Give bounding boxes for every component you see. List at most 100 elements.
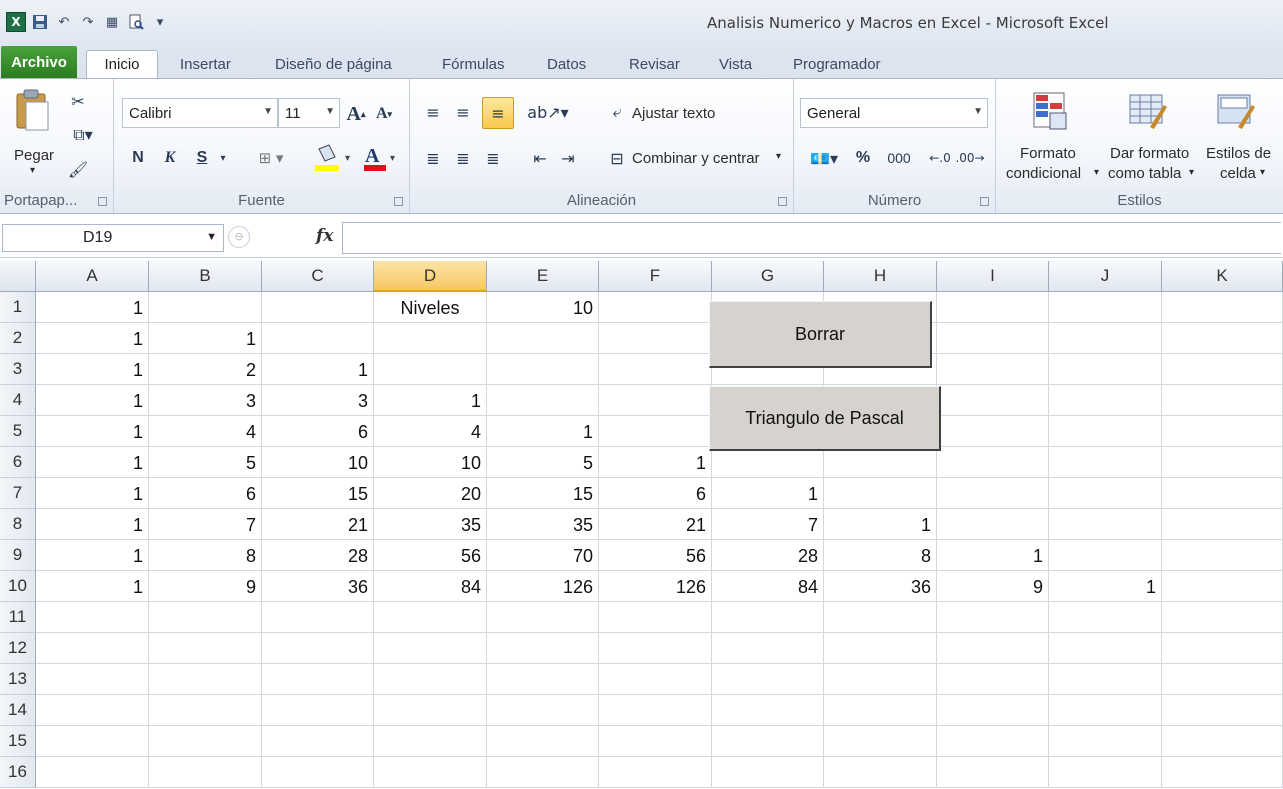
cell-a15[interactable]: [36, 726, 149, 757]
cell-a13[interactable]: [36, 664, 149, 695]
cell-h8[interactable]: 1: [824, 509, 937, 540]
cell-b10[interactable]: 9: [149, 571, 262, 602]
cell-i3[interactable]: [937, 354, 1049, 385]
cell-i9[interactable]: 1: [937, 540, 1049, 571]
cell-d15[interactable]: [374, 726, 487, 757]
conditional-format-button[interactable]: condicional: [1006, 165, 1081, 182]
tab-revisar[interactable]: Revisar: [623, 50, 686, 78]
cell-c8[interactable]: 21: [262, 509, 374, 540]
cell-e13[interactable]: [487, 664, 599, 695]
cell-f10[interactable]: 126: [599, 571, 712, 602]
align-middle-icon[interactable]: ≡: [452, 99, 474, 125]
cell-a11[interactable]: [36, 602, 149, 633]
cell-j15[interactable]: [1049, 726, 1162, 757]
cell-i16[interactable]: [937, 757, 1049, 788]
alignment-launcher-icon[interactable]: [778, 197, 787, 206]
tab-formulas[interactable]: Fórmulas: [436, 50, 511, 78]
cell-e15[interactable]: [487, 726, 599, 757]
insert-function-icon[interactable]: fx: [316, 226, 333, 246]
cell-a14[interactable]: [36, 695, 149, 726]
tab-diseno-pagina[interactable]: Diseño de página: [269, 50, 398, 78]
number-format-select[interactable]: General ▼: [800, 98, 988, 128]
row-header-4[interactable]: 4: [0, 385, 36, 416]
column-header-c[interactable]: C: [262, 261, 374, 292]
column-header-i[interactable]: I: [937, 261, 1049, 292]
triangulo-pascal-button[interactable]: Triangulo de Pascal: [709, 386, 941, 451]
cell-c16[interactable]: [262, 757, 374, 788]
cell-b7[interactable]: 6: [149, 478, 262, 509]
tab-insertar[interactable]: Insertar: [174, 50, 237, 78]
cell-f4[interactable]: [599, 385, 712, 416]
cell-j11[interactable]: [1049, 602, 1162, 633]
column-header-h[interactable]: H: [824, 261, 937, 292]
format-as-table-line1[interactable]: Dar formato: [1110, 145, 1189, 162]
cell-d14[interactable]: [374, 695, 487, 726]
cell-i10[interactable]: 9: [937, 571, 1049, 602]
number-launcher-icon[interactable]: [980, 197, 989, 206]
column-header-j[interactable]: J: [1049, 261, 1162, 292]
cell-a4[interactable]: 1: [36, 385, 149, 416]
format-painter-icon[interactable]: 🖌: [66, 157, 90, 181]
cell-k11[interactable]: [1162, 602, 1283, 633]
cell-j5[interactable]: [1049, 416, 1162, 447]
cell-b5[interactable]: 4: [149, 416, 262, 447]
font-size-select[interactable]: 11 ▼: [278, 98, 340, 128]
percent-button[interactable]: %: [852, 145, 874, 171]
cell-g7[interactable]: 1: [712, 478, 824, 509]
cell-b1[interactable]: [149, 292, 262, 323]
cell-f3[interactable]: [599, 354, 712, 385]
save-icon[interactable]: [30, 12, 50, 32]
tab-datos[interactable]: Datos: [541, 50, 592, 78]
tab-archivo[interactable]: Archivo: [1, 46, 77, 78]
cell-i7[interactable]: [937, 478, 1049, 509]
cell-d3[interactable]: [374, 354, 487, 385]
cell-h9[interactable]: 8: [824, 540, 937, 571]
cell-i4[interactable]: [937, 385, 1049, 416]
cell-h13[interactable]: [824, 664, 937, 695]
cell-d6[interactable]: 10: [374, 447, 487, 478]
cell-g13[interactable]: [712, 664, 824, 695]
cell-g14[interactable]: [712, 695, 824, 726]
cell-j7[interactable]: [1049, 478, 1162, 509]
cell-k2[interactable]: [1162, 323, 1283, 354]
wrap-text-icon[interactable]: ⤶: [604, 99, 630, 125]
cell-d2[interactable]: [374, 323, 487, 354]
cell-k13[interactable]: [1162, 664, 1283, 695]
customize-qat-icon[interactable]: ▾: [150, 12, 170, 32]
cell-g12[interactable]: [712, 633, 824, 664]
tab-inicio[interactable]: Inicio: [86, 50, 158, 78]
cell-a8[interactable]: 1: [36, 509, 149, 540]
italic-button[interactable]: K: [158, 145, 182, 171]
cell-k16[interactable]: [1162, 757, 1283, 788]
cell-i15[interactable]: [937, 726, 1049, 757]
column-header-f[interactable]: F: [599, 261, 712, 292]
cell-j16[interactable]: [1049, 757, 1162, 788]
cell-d13[interactable]: [374, 664, 487, 695]
cell-a9[interactable]: 1: [36, 540, 149, 571]
cell-k6[interactable]: [1162, 447, 1283, 478]
cell-i11[interactable]: [937, 602, 1049, 633]
decrease-decimal-icon[interactable]: .00→: [955, 145, 984, 171]
cell-e14[interactable]: [487, 695, 599, 726]
copy-icon[interactable]: ⧉▾: [66, 123, 100, 147]
cell-i14[interactable]: [937, 695, 1049, 726]
cell-f7[interactable]: 6: [599, 478, 712, 509]
column-header-k[interactable]: K: [1162, 261, 1283, 292]
cell-j12[interactable]: [1049, 633, 1162, 664]
row-header-7[interactable]: 7: [0, 478, 36, 509]
cell-a12[interactable]: [36, 633, 149, 664]
cell-a5[interactable]: 1: [36, 416, 149, 447]
tab-vista[interactable]: Vista: [713, 50, 758, 78]
cell-b6[interactable]: 5: [149, 447, 262, 478]
select-all-corner[interactable]: [0, 261, 36, 292]
cell-e8[interactable]: 35: [487, 509, 599, 540]
column-header-g[interactable]: G: [712, 261, 824, 292]
cell-h15[interactable]: [824, 726, 937, 757]
tab-programador[interactable]: Programador: [787, 50, 887, 78]
cell-e12[interactable]: [487, 633, 599, 664]
cell-c15[interactable]: [262, 726, 374, 757]
cell-k15[interactable]: [1162, 726, 1283, 757]
cell-b16[interactable]: [149, 757, 262, 788]
cell-a3[interactable]: 1: [36, 354, 149, 385]
row-header-3[interactable]: 3: [0, 354, 36, 385]
